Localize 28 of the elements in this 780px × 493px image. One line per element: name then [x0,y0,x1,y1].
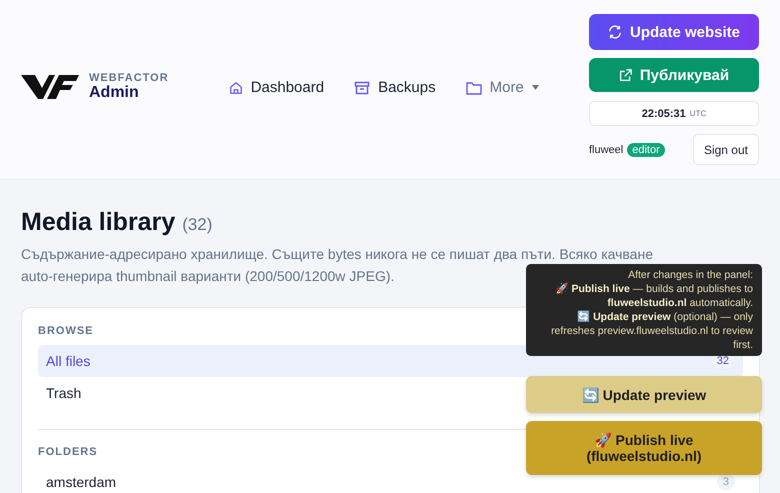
update-preview-button[interactable]: 🔄 Update preview [526,376,762,413]
help-tooltip: After changes in the panel: 🚀 Publish live — builds and publishes to fluweelstudio.nl automatically. 🔄 Update preview (optional) — only refreshes preview.fluweelstudio.nl to review first. [526,264,762,356]
username: fluweel [589,144,624,156]
update-website-button[interactable]: Update website [589,14,759,50]
brand-subtitle: WEBFACTOR [89,72,169,84]
nav-link[interactable]: Backups [354,79,436,96]
sign-out-button[interactable]: Sign out [692,134,759,165]
page-description: auto-генерира thumbnail варианти (200/500/1200w JPEG). [21,268,394,284]
home-icon [228,80,243,94]
archive-icon [354,80,370,96]
publish-live-button[interactable]: 🚀 Publish live (fluweelstudio.nl) [526,421,762,475]
external-link-icon [618,68,632,82]
section-heading: BROWSE [38,325,94,337]
role-badge: editor [627,142,665,156]
publish-button[interactable]: Публикувай [589,58,759,92]
nav-link[interactable]: Dashboard [228,79,324,96]
section-heading: FOLDERS [38,446,98,458]
folder-icon [466,80,482,94]
item-count: (32) [182,215,212,234]
brand-title: Admin [89,84,140,102]
page-title: Media library [21,208,176,236]
logo-icon [21,73,79,101]
nav-link[interactable]: More [466,79,539,96]
page-description: Съдържание-адресирано хранилище. Същите bytes никога не се пишат два пъти. Всяко качване [21,246,653,262]
sidebar-item[interactable]: Trash [38,377,90,409]
clock: 22:05:31 UTC [589,101,759,126]
refresh-icon [608,25,622,39]
count-badge: 3 [716,474,735,490]
